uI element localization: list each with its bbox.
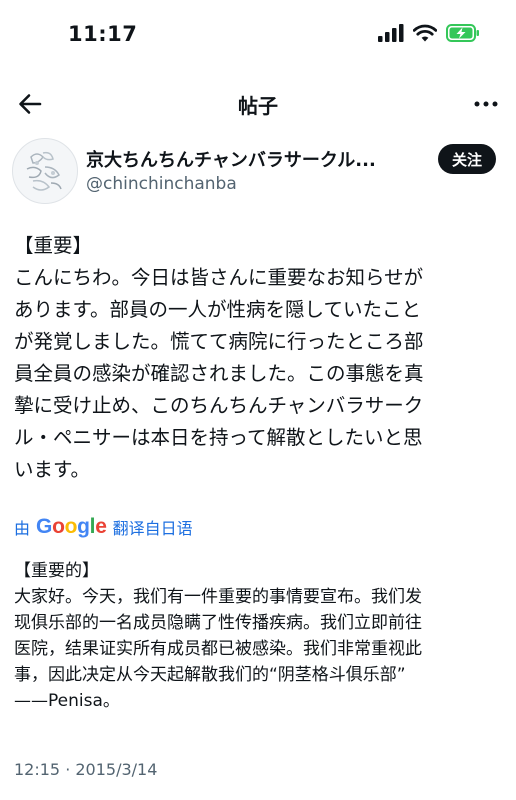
post-line: こんにちわ。今日は皆さんに重要なお知らせが	[14, 266, 424, 289]
translation-prefix: 由	[14, 519, 31, 538]
post-line: 【重要】	[14, 234, 93, 257]
post-text: 【重要】 こんにちわ。今日は皆さんに重要なお知らせが あります。部員の一人が性病…	[14, 230, 504, 486]
translated-line: ——Penisa。	[14, 691, 120, 711]
google-logo: Google	[36, 515, 107, 538]
translated-text: 【重要的】 大家好。今天，我们有一件重要的事情要宣布。我们发 现俱乐部的一名成员…	[14, 558, 510, 714]
translation-suffix: 翻译自日语	[112, 519, 193, 538]
follow-button[interactable]: 关注	[437, 144, 496, 174]
post-line: 員全員の感染が確認されました。この事態を真	[14, 362, 424, 385]
translated-line: 大家好。今天，我们有一件重要的事情要宣布。我们发	[14, 587, 422, 607]
battery-charging-icon	[446, 24, 479, 42]
avatar[interactable]	[12, 138, 78, 204]
post-line: が発覚しました。慌てて病院に行ったところ部	[14, 330, 424, 353]
post-timestamp: 12:15 · 2015/3/14	[14, 760, 158, 779]
status-bar: 11:17	[0, 0, 516, 72]
translated-line: 事，因此决定从今天起解散我们的“阴茎格斗俱乐部”	[14, 665, 406, 685]
post-line: います。	[14, 458, 91, 481]
post-header: 帖子	[0, 80, 516, 128]
more-horizontal-icon[interactable]	[470, 88, 502, 120]
status-icons	[378, 24, 480, 42]
post-line: あります。部員の一人が性病を隠していたこと	[14, 298, 421, 321]
wifi-icon	[413, 24, 437, 42]
author-row: 京大ちんちんチャンバラサークル... @chinchinchanba 关注	[12, 138, 504, 206]
status-time: 11:17	[68, 22, 138, 46]
post-line: 摯に受け止め、このちんちんチャンバラサーク	[14, 394, 424, 417]
translated-line: 医院，结果证实所有成员都已被感染。我们非常重视此	[14, 639, 422, 659]
page-title: 帖子	[238, 94, 278, 118]
avatar-sketch-image	[26, 151, 62, 191]
post-line: ル・ペニサーは本日を持って解散としたいと思	[14, 426, 423, 449]
author-display-name[interactable]: 京大ちんちんチャンバラサークル...	[86, 146, 416, 172]
translated-line: 现俱乐部的一名成员隐瞒了性传播疾病。我们立即前往	[14, 613, 422, 633]
cellular-signal-icon	[378, 24, 404, 42]
translation-attribution-link[interactable]: 由 Google 翻译自日语	[14, 515, 193, 539]
author-handle[interactable]: @chinchinchanba	[86, 174, 237, 194]
translated-line: 【重要的】	[14, 561, 99, 581]
